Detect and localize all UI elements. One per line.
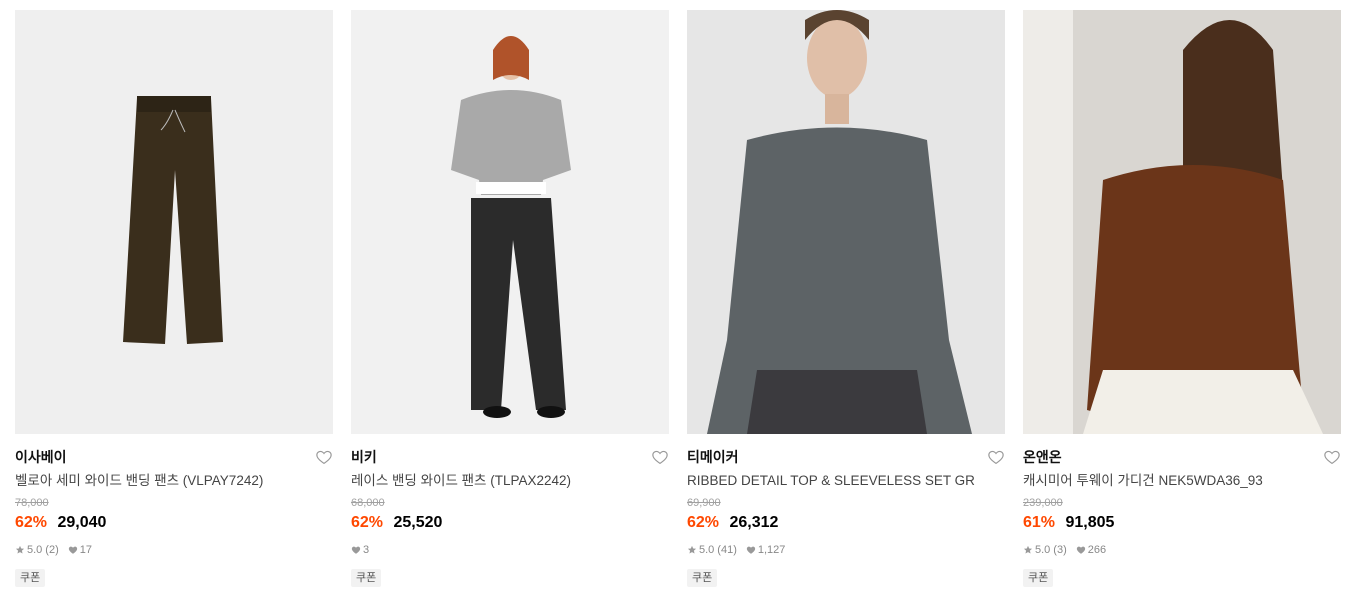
coupon-badge: 쿠폰 (351, 569, 382, 587)
product-card[interactable]: 비키 레이스 밴딩 와이드 팬츠 (TLPAX2242) 68,000 62% … (351, 10, 669, 587)
brand-name[interactable]: 티메이커 (687, 447, 1005, 467)
discount-rate: 61% (1023, 514, 1056, 531)
heart-icon (351, 545, 361, 555)
sale-price: 25,520 (393, 514, 443, 531)
star-icon (1023, 545, 1033, 555)
discount-rate: 62% (351, 514, 384, 531)
heart-outline-icon[interactable] (651, 448, 669, 466)
discount-rate: 62% (687, 514, 720, 531)
heart-outline-icon[interactable] (987, 448, 1005, 466)
coupon-badge: 쿠폰 (1023, 569, 1054, 587)
discount-rate: 62% (15, 514, 48, 531)
like-count: 1,127 (757, 544, 786, 556)
heart-icon (68, 545, 78, 555)
product-name[interactable]: 캐시미어 투웨이 가디건 NEK5WDA36_93 (1023, 472, 1341, 490)
like-count: 17 (79, 544, 92, 556)
review-count: (2) (45, 544, 59, 556)
product-image[interactable] (1023, 10, 1341, 434)
rating-value: 5.0 (1035, 544, 1051, 556)
product-card[interactable]: 이사베이 벨로아 세미 와이드 밴딩 팬츠 (VLPAY7242) 78,000… (15, 10, 333, 587)
rating-value: 5.0 (27, 544, 43, 556)
product-grid: 이사베이 벨로아 세미 와이드 밴딩 팬츠 (VLPAY7242) 78,000… (0, 0, 1346, 615)
review-count: (3) (1053, 544, 1067, 556)
brand-name[interactable]: 비키 (351, 447, 669, 467)
product-card[interactable]: 온앤온 캐시미어 투웨이 가디건 NEK5WDA36_93 239,000 61… (1023, 10, 1341, 587)
heart-outline-icon[interactable] (315, 448, 333, 466)
heart-icon (746, 545, 756, 555)
star-icon (687, 545, 697, 555)
product-name[interactable]: 레이스 밴딩 와이드 팬츠 (TLPAX2242) (351, 472, 669, 490)
brand-name[interactable]: 온앤온 (1023, 447, 1341, 467)
original-price: 239,000 (1023, 497, 1063, 509)
like-count: 3 (363, 544, 370, 556)
product-image[interactable] (351, 10, 669, 434)
product-image[interactable] (687, 10, 1005, 434)
original-price: 69,900 (687, 497, 721, 509)
original-price: 78,000 (15, 497, 49, 509)
sale-price: 91,805 (1065, 514, 1115, 531)
brand-name[interactable]: 이사베이 (15, 447, 333, 467)
original-price: 68,000 (351, 497, 385, 509)
like-count: 266 (1087, 544, 1107, 556)
star-icon (15, 545, 25, 555)
coupon-badge: 쿠폰 (687, 569, 718, 587)
product-image[interactable] (15, 10, 333, 434)
heart-outline-icon[interactable] (1323, 448, 1341, 466)
coupon-badge: 쿠폰 (15, 569, 46, 587)
heart-icon (1076, 545, 1086, 555)
product-name[interactable]: RIBBED DETAIL TOP & SLEEVELESS SET GR (687, 472, 1005, 490)
review-count: (41) (717, 544, 737, 556)
rating-value: 5.0 (699, 544, 715, 556)
product-card[interactable]: 티메이커 RIBBED DETAIL TOP & SLEEVELESS SET … (687, 10, 1005, 587)
sale-price: 29,040 (57, 514, 107, 531)
sale-price: 26,312 (729, 514, 779, 531)
product-name[interactable]: 벨로아 세미 와이드 밴딩 팬츠 (VLPAY7242) (15, 472, 333, 490)
